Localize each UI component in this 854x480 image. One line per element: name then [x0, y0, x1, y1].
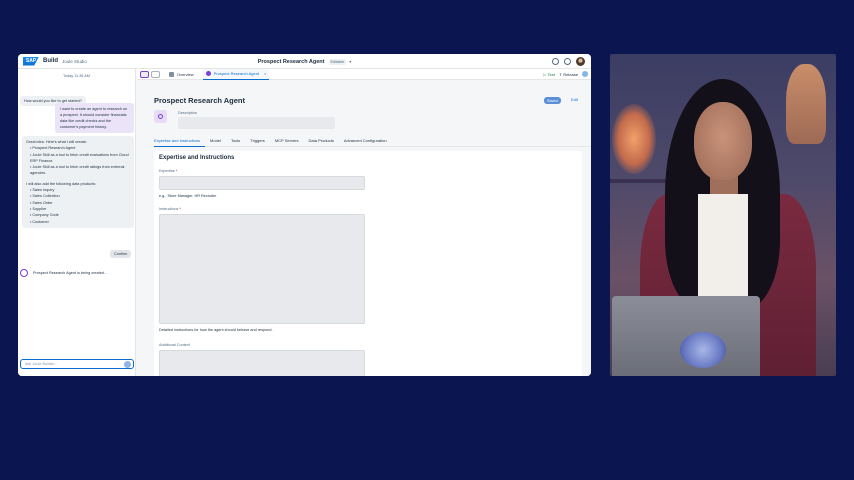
more-icon[interactable]	[582, 71, 588, 77]
user-message: I want to create an agent to research on…	[55, 103, 134, 133]
editor-tab-bar: Overview Prospect Research Agent × ▷ Tes…	[137, 68, 591, 80]
sculpture	[786, 64, 826, 144]
expertise-hint: e.g., Store Manager, HR Recruiter	[159, 194, 217, 198]
joule-chat-panel: Today 11:35 AM How would you like to get…	[18, 69, 136, 376]
creation-status: Prospect Research Agent is being created…	[20, 269, 107, 277]
tab-advanced-configuration[interactable]: Advanced Configuration	[344, 138, 392, 147]
avatar[interactable]	[576, 57, 585, 66]
send-icon[interactable]	[124, 361, 131, 368]
agent-subtabs: Expertise and Instructions Model Tools T…	[154, 138, 591, 147]
agent-avatar-icon	[154, 110, 167, 123]
additional-context-label: Additional Context	[159, 343, 190, 347]
presenter-video	[610, 54, 836, 376]
overview-icon	[169, 71, 174, 77]
description-field[interactable]	[178, 117, 335, 129]
instructions-field[interactable]	[159, 214, 365, 324]
confirm-button[interactable]: Confirm	[110, 250, 132, 258]
sap-logo: SAP	[23, 56, 39, 66]
saved-badge: Saved	[544, 97, 561, 104]
release-button[interactable]: ⇪ Release	[559, 72, 578, 77]
brand-name: Build	[43, 58, 58, 64]
loading-ring-icon	[20, 269, 28, 277]
data-product-list: Sales Inquiry Sales Collection Sales Ord…	[26, 187, 130, 225]
expertise-field[interactable]	[159, 176, 365, 190]
additional-context-field[interactable]	[159, 350, 365, 376]
tab-triggers[interactable]: Triggers	[250, 138, 270, 147]
laptop	[612, 296, 760, 376]
reply-list: Prospect Research Agent Joule Skill as a…	[26, 145, 130, 176]
description-label: Description	[178, 111, 197, 115]
expertise-label: Expertise *	[159, 169, 178, 173]
presenter-shirt	[698, 194, 748, 304]
agent-editor: Prospect Research Agent Saved Edit Descr…	[137, 81, 591, 376]
joule-toggle-icon[interactable]	[140, 70, 149, 78]
list-item: Joule Skill as a tool to fetch credit ra…	[30, 164, 130, 177]
notification-icon[interactable]	[564, 58, 571, 65]
status-text: Prospect Research Agent is being created…	[33, 271, 108, 275]
edit-button[interactable]: Edit	[571, 97, 578, 102]
tab-data-products[interactable]: Data Products	[309, 138, 339, 147]
list-item: Customer	[30, 219, 130, 225]
joule-reply: Great idea. Here's what I will create: P…	[22, 136, 134, 228]
chat-date: Today 11:35 AM	[63, 74, 90, 78]
shell-bar: SAP Build Joule Studio Prospect Research…	[18, 54, 591, 69]
tab-mcp-servers[interactable]: MCP Servers	[275, 138, 304, 147]
help-icon[interactable]	[552, 58, 559, 65]
tab-overview-label: Overview	[177, 71, 194, 77]
list-item: Joule Skill as a tool to fetch credit ev…	[30, 152, 130, 165]
page-title: Prospect Research Agent	[154, 96, 246, 105]
chat-input[interactable]: Ask Joule Builder...	[20, 359, 134, 369]
test-button[interactable]: ▷ Test	[543, 72, 554, 77]
tab-expertise[interactable]: Expertise and Instructions	[154, 138, 206, 147]
tab-tools[interactable]: Tools	[231, 138, 245, 147]
tab-overview[interactable]: Overview	[166, 69, 197, 80]
chevron-down-icon[interactable]: ▾	[349, 59, 351, 64]
project-title[interactable]: Prospect Research Agent	[258, 59, 325, 65]
lamp-glow	[612, 104, 656, 174]
instructions-label: Instructions *	[159, 207, 181, 211]
panel-toggle-icon[interactable]	[151, 70, 160, 78]
section-title: Expertise and Instructions	[159, 155, 235, 161]
expertise-panel: Expertise and Instructions Expertise * e…	[154, 151, 582, 376]
presenter-face	[694, 102, 752, 180]
app-window: SAP Build Joule Studio Prospect Research…	[18, 54, 591, 376]
tab-agent-label: Prospect Research Agent	[213, 71, 260, 76]
instructions-hint: Detailed instructions for how the agent …	[159, 328, 273, 332]
chat-input-placeholder: Ask Joule Builder...	[25, 362, 58, 366]
laptop-sticker	[680, 332, 726, 368]
tab-model[interactable]: Model	[210, 138, 226, 147]
product-name: Joule Studio	[62, 58, 87, 64]
tab-agent[interactable]: Prospect Research Agent ×	[202, 68, 270, 80]
editable-badge: Editable	[328, 58, 347, 65]
close-icon[interactable]: ×	[264, 71, 266, 76]
agent-icon	[205, 71, 211, 76]
